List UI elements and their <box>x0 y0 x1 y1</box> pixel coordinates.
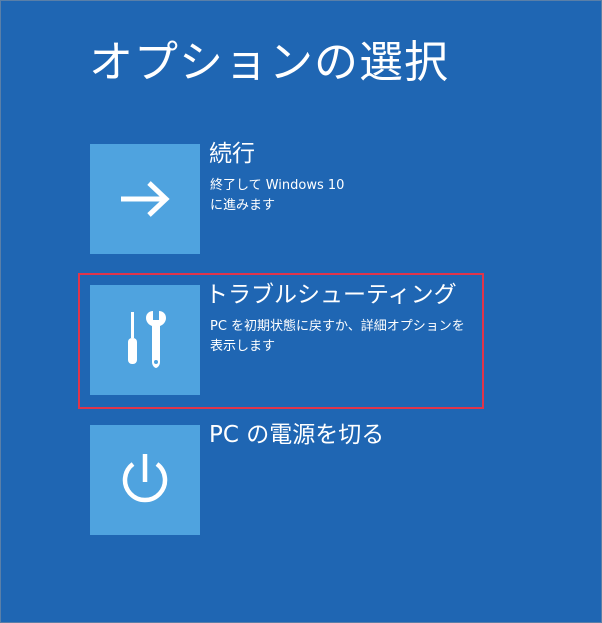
option-power-off-tile[interactable] <box>90 425 200 535</box>
option-troubleshoot-description-line: 表示します <box>210 339 276 354</box>
option-troubleshoot[interactable]: トラブルシューティング PC を初期状態に戻すか、詳細オプションを 表示します <box>90 282 480 397</box>
option-continue-tile[interactable] <box>90 144 200 254</box>
option-continue-description-line: 終了して Windows 10 <box>210 178 345 193</box>
page-title: オプションの選択 <box>89 37 449 88</box>
tools-icon <box>128 311 166 368</box>
option-continue[interactable]: 続行 終了して Windows 10 に進みます <box>90 141 480 256</box>
option-continue-description: 終了して Windows 10 に進みます <box>210 176 480 216</box>
recovery-screen: オプションの選択 続行 終了して Windows 10 に進みます トラブルシュ… <box>0 0 602 623</box>
option-power-off-title: PC の電源を切る <box>209 422 385 448</box>
arrow-right-icon <box>121 181 170 217</box>
option-continue-description-line: に進みます <box>210 198 276 213</box>
option-troubleshoot-description-line: PC を初期状態に戻すか、詳細オプションを <box>210 319 465 334</box>
option-power-off[interactable]: PC の電源を切る <box>90 422 480 537</box>
option-troubleshoot-tile[interactable] <box>90 285 200 395</box>
power-icon <box>122 454 168 503</box>
option-continue-title: 続行 <box>209 141 255 167</box>
option-troubleshoot-description: PC を初期状態に戻すか、詳細オプションを 表示します <box>210 317 480 357</box>
option-troubleshoot-title: トラブルシューティング <box>205 282 457 308</box>
